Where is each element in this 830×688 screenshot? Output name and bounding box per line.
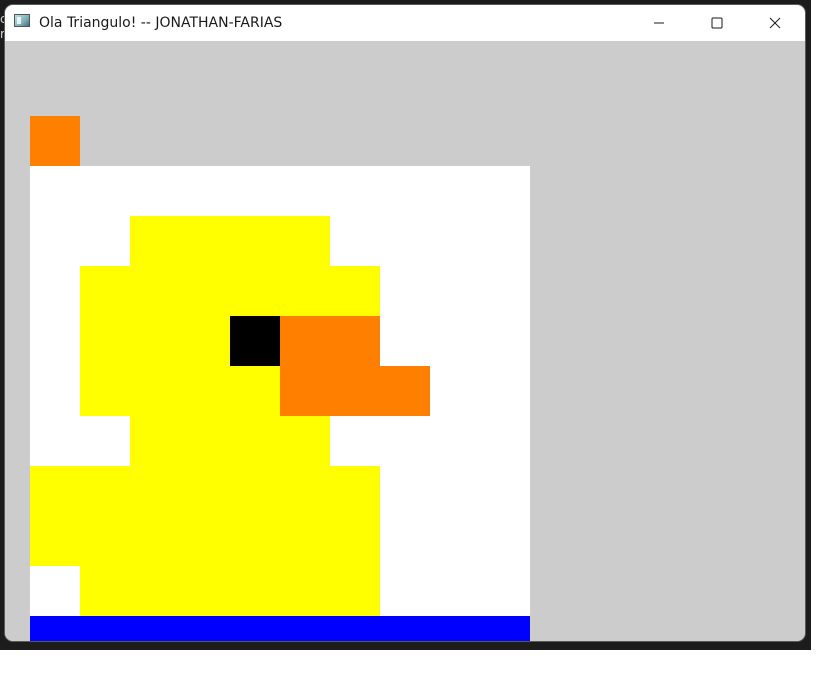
duck-beak-tip — [380, 366, 430, 416]
render-canvas[interactable] — [5, 41, 805, 641]
title-bar[interactable]: Ola Triangulo! -- JONATHAN-FARIAS — [5, 5, 805, 41]
duck-body — [30, 466, 380, 566]
close-button[interactable] — [746, 5, 804, 41]
orange-square — [30, 116, 80, 166]
duck-beak — [280, 316, 380, 416]
duck-eye — [230, 316, 280, 366]
duck-head-chin — [230, 366, 280, 416]
duck-head-row — [80, 266, 380, 316]
duck-head-top — [130, 216, 330, 266]
app-window: Ola Triangulo! -- JONATHAN-FARIAS — [5, 5, 805, 641]
maximize-icon — [711, 17, 723, 29]
window-title: Ola Triangulo! -- JONATHAN-FARIAS — [39, 15, 283, 31]
duck-head-left — [80, 316, 230, 416]
app-icon — [14, 14, 30, 27]
duck-neck — [130, 416, 330, 466]
minimize-icon — [654, 22, 664, 24]
close-icon — [769, 17, 781, 29]
minimize-button[interactable] — [630, 5, 688, 41]
maximize-button[interactable] — [688, 5, 746, 41]
duck-body-bottom — [80, 566, 380, 616]
water-strip — [30, 616, 530, 641]
